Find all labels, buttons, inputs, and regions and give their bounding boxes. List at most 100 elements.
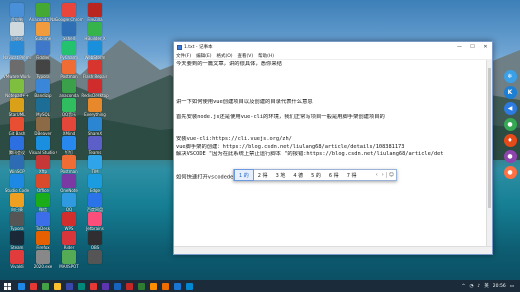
taskbar-app-icon[interactable] — [174, 282, 181, 290]
app-icon — [62, 193, 76, 207]
desktop-icon[interactable] — [82, 249, 108, 275]
app-icon — [10, 136, 24, 150]
ime-candidate[interactable]: 3 地 — [272, 169, 290, 181]
app-icon — [88, 60, 102, 74]
app-icon — [10, 98, 24, 112]
ime-candidate[interactable]: 7 得 — [343, 169, 361, 181]
start-button[interactable] — [0, 280, 14, 292]
ime-candidate[interactable]: 5 的 — [307, 169, 325, 181]
system-tray: ^ ◔ ♪ 英 20:56 ▭ — [462, 283, 520, 290]
text-line: 首先安装node.js还是使用vue-cli的环境，我们正常写项目一般是用脚手架… — [176, 113, 385, 120]
dock-app-icon[interactable]: ◀ — [503, 102, 517, 115]
app-icon — [62, 231, 76, 245]
app-icon — [10, 79, 24, 93]
app-icon — [62, 3, 76, 17]
title-bar[interactable]: 1.txt - 记事本 — ☐ ✕ — [174, 42, 492, 52]
volume-icon[interactable]: ♪ — [477, 284, 480, 289]
notification-icon[interactable]: ▭ — [510, 284, 514, 289]
taskbar-app-icon[interactable] — [66, 282, 73, 290]
status-bar — [174, 246, 492, 254]
app-icon — [36, 231, 50, 245]
taskbar-app-icon[interactable] — [138, 282, 145, 290]
minimize-button[interactable]: — — [453, 42, 466, 52]
app-icon — [62, 174, 76, 188]
app-icon — [36, 79, 50, 93]
app-icon — [88, 22, 102, 36]
desktop-icon[interactable]: Vivaldi — [4, 249, 30, 275]
vertical-scrollbar[interactable] — [486, 60, 492, 246]
clock[interactable]: 20:56 — [493, 284, 506, 289]
taskbar-app-icon[interactable] — [30, 282, 37, 290]
desktop-icon[interactable]: MAXSPOT — [56, 249, 82, 275]
app-icon — [36, 155, 50, 169]
taskbar-app-icon[interactable] — [150, 282, 157, 290]
text-line: 解决VSCODE "因为在此系统上禁止运行脚本 "的报错:https://blo… — [176, 151, 444, 157]
text-line — [176, 76, 484, 84]
dock-app-icon[interactable]: ♦ — [503, 134, 517, 147]
app-icon — [10, 3, 24, 17]
menu-bar: 文件(F) 编辑(E) 格式(O) 查看(V) 帮助(H) — [174, 52, 492, 60]
menu-help[interactable]: 帮助(H) — [258, 53, 274, 59]
app-icon — [10, 250, 24, 264]
text-line — [176, 121, 484, 129]
app-icon — [36, 117, 50, 131]
app-icon — [62, 98, 76, 112]
app-icon — [62, 41, 76, 55]
tray-chevron-icon[interactable]: ^ — [462, 284, 466, 289]
notepad-window: 1.txt - 记事本 — ☐ ✕ 文件(F) 编辑(E) 格式(O) 查看(V… — [173, 41, 493, 255]
app-icon — [36, 193, 50, 207]
app-icon — [36, 22, 50, 36]
menu-edit[interactable]: 编辑(E) — [196, 53, 211, 59]
app-icon — [10, 193, 24, 207]
app-icon — [62, 136, 76, 150]
ime-candidate[interactable]: 2 得 — [254, 169, 272, 181]
dock-app-icon[interactable]: ❄ — [503, 70, 517, 83]
ime-candidate[interactable]: 4 德 — [289, 169, 307, 181]
window-title: 1.txt - 记事本 — [184, 45, 213, 50]
taskbar-app-icon[interactable] — [126, 282, 133, 290]
taskbar-app-icon[interactable] — [54, 282, 61, 290]
close-button[interactable]: ✕ — [479, 42, 492, 52]
menu-view[interactable]: 查看(V) — [238, 53, 254, 59]
scrollbar-thumb[interactable] — [488, 68, 491, 208]
taskbar-app-icon[interactable] — [18, 282, 25, 290]
menu-file[interactable]: 文件(F) — [176, 53, 191, 59]
app-icon — [88, 250, 102, 264]
app-icon — [10, 174, 24, 188]
text-line — [176, 91, 484, 99]
taskbar-app-icon[interactable] — [114, 282, 121, 290]
taskbar-app-icon[interactable] — [90, 282, 97, 290]
taskbar-app-icon[interactable] — [42, 282, 49, 290]
app-icon — [62, 155, 76, 169]
desktop-icon[interactable]: 2020.exe — [30, 249, 56, 275]
taskbar-app-icon[interactable] — [78, 282, 85, 290]
app-icon — [10, 231, 24, 245]
menu-format[interactable]: 格式(O) — [216, 53, 232, 59]
app-icon — [62, 60, 76, 74]
maximize-button[interactable]: ☐ — [466, 42, 479, 52]
network-icon[interactable]: ◔ — [469, 284, 473, 289]
app-icon — [36, 212, 50, 226]
ime-candidate[interactable]: 1 的 — [234, 169, 254, 181]
text-editor[interactable]: 今天要到的一篇文章，讲的很具体，悉你来结 讲一下如何使用vue创建项目以及创建的目… — [174, 60, 486, 246]
app-icon — [62, 117, 76, 131]
app-icon — [88, 79, 102, 93]
text-line — [176, 69, 484, 77]
dock-app-icon[interactable]: K — [503, 86, 517, 99]
desktop-icon-label: MAXSPOT — [59, 264, 79, 269]
notepad-icon — [177, 44, 182, 50]
dock-app-icon[interactable]: ● — [503, 118, 517, 131]
app-icon — [10, 41, 24, 55]
app-icon — [10, 155, 24, 169]
input-language[interactable]: 英 — [484, 283, 489, 289]
taskbar-app-icon[interactable] — [102, 282, 109, 290]
app-icon — [36, 98, 50, 112]
dock-app-icon[interactable]: ● — [503, 166, 517, 179]
ime-emoji-icon[interactable]: ☺ — [385, 172, 396, 178]
ime-candidate[interactable]: 6 得 — [325, 169, 343, 181]
taskbar-app-icon[interactable] — [162, 282, 169, 290]
dock-app-icon[interactable]: ● — [503, 150, 517, 163]
side-dock: ❄ K ◀ ● ♦ ● ● — [502, 70, 518, 179]
app-icon — [88, 193, 102, 207]
taskbar-app-icon[interactable] — [186, 282, 193, 290]
